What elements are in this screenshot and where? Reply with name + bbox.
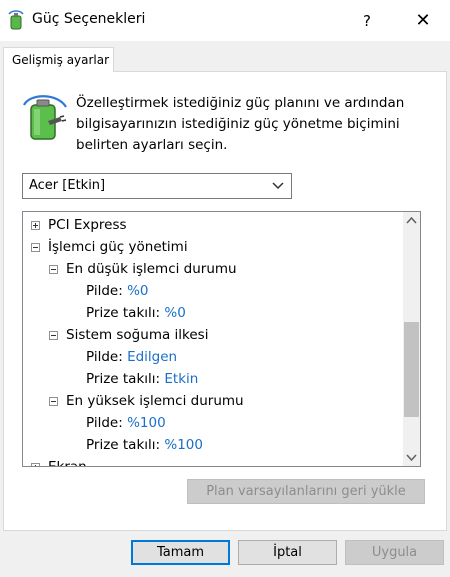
setting-value[interactable]: %100	[127, 415, 166, 431]
setting-value[interactable]: Edilgen	[127, 349, 177, 365]
scroll-up-icon[interactable]	[403, 212, 420, 229]
expand-icon[interactable]	[31, 463, 40, 466]
power-plan-select[interactable]: Acer [Etkin]	[22, 173, 292, 199]
power-plan-value: Acer [Etkin]	[29, 178, 106, 193]
close-button[interactable]: ✕	[398, 4, 448, 38]
cancel-button[interactable]: İptal	[238, 540, 337, 565]
cooling-battery[interactable]: Pilde: Edilgen	[86, 348, 177, 366]
setting-value[interactable]: Etkin	[164, 371, 198, 387]
collapse-icon[interactable]	[49, 331, 58, 340]
power-options-icon	[8, 10, 24, 30]
battery-icon	[23, 95, 67, 140]
settings-tree[interactable]: PCI Express İşlemci güç yönetimi En düşü…	[22, 211, 421, 467]
apply-button[interactable]: Uygula	[345, 540, 444, 565]
window-title: Güç Seçenekleri	[32, 11, 146, 27]
tree-node-min-state[interactable]: En düşük işlemci durumu	[49, 260, 237, 278]
tree-node-cooling[interactable]: Sistem soğuma ilkesi	[49, 326, 208, 344]
scroll-thumb[interactable]	[404, 322, 419, 417]
cooling-plugged[interactable]: Prize takılı: Etkin	[86, 370, 198, 388]
setting-value[interactable]: %0	[127, 283, 148, 299]
setting-value[interactable]: %100	[164, 437, 203, 453]
collapse-icon[interactable]	[31, 243, 40, 252]
tree-node-pci-express[interactable]: PCI Express	[31, 216, 127, 234]
restore-defaults-button[interactable]: Plan varsayılanlarını geri yükle	[187, 479, 425, 504]
tree-node-display[interactable]: Ekran	[31, 458, 87, 466]
help-button[interactable]: ?	[352, 4, 382, 38]
collapse-icon[interactable]	[49, 397, 58, 406]
ok-button[interactable]: Tamam	[131, 540, 230, 565]
tab-advanced-settings[interactable]: Gelişmiş ayarlar	[3, 47, 114, 72]
scroll-down-icon[interactable]	[403, 449, 420, 466]
setting-value[interactable]: %0	[164, 305, 185, 321]
title-bar: Güç Seçenekleri ? ✕	[0, 0, 450, 41]
tree-node-cpu-power[interactable]: İşlemci güç yönetimi	[31, 238, 188, 256]
tree-scrollbar[interactable]	[403, 212, 420, 466]
chevron-down-icon	[272, 182, 284, 190]
max-state-battery[interactable]: Pilde: %100	[86, 414, 166, 432]
tree-node-max-state[interactable]: En yüksek işlemci durumu	[49, 392, 244, 410]
expand-icon[interactable]	[31, 221, 40, 230]
max-state-plugged[interactable]: Prize takılı: %100	[86, 436, 203, 454]
min-state-battery[interactable]: Pilde: %0	[86, 282, 149, 300]
collapse-icon[interactable]	[49, 265, 58, 274]
description-text: Özelleştirmek istediğiniz güç planını ve…	[76, 95, 405, 153]
min-state-plugged[interactable]: Prize takılı: %0	[86, 304, 186, 322]
